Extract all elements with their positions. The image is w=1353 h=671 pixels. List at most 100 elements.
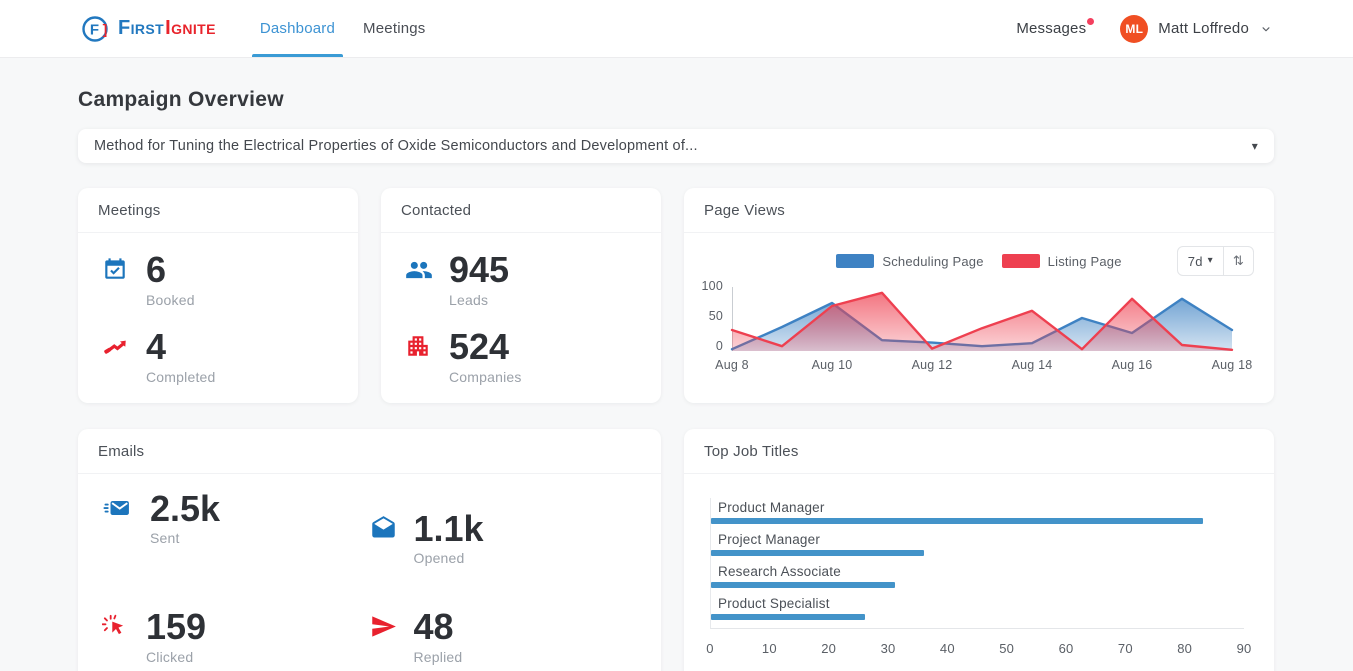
stat-opened: 1.1k Opened: [370, 510, 638, 567]
bar-row: Product Specialist: [711, 596, 1244, 620]
nav-tab-meetings[interactable]: Meetings: [349, 0, 439, 57]
page-views-plot: [732, 287, 1232, 351]
top-job-titles-card: Top Job Titles Product Manager Project Ma…: [684, 429, 1274, 671]
x-tick-label: 0: [706, 641, 713, 656]
page-views-x-axis: Aug 8Aug 10Aug 12Aug 14Aug 16Aug 18: [732, 358, 1232, 378]
x-tick-label: Aug 8: [715, 358, 749, 372]
booked-label: Booked: [146, 292, 195, 308]
meetings-card-title: Meetings: [78, 188, 358, 233]
page-views-card: Page Views Scheduling Page Listing Page …: [684, 188, 1274, 403]
x-tick-label: 60: [1059, 641, 1074, 656]
meetings-card: Meetings 6 Booked: [78, 188, 358, 403]
page-views-area-svg: [732, 287, 1232, 351]
svg-text:]: ]: [103, 21, 108, 37]
messages-link[interactable]: Messages: [1016, 20, 1094, 37]
stat-clicked: 159 Clicked: [102, 608, 370, 665]
x-tick-label: Aug 16: [1112, 358, 1153, 372]
x-tick-label: 70: [1118, 641, 1133, 656]
completed-value: 4: [146, 328, 216, 366]
bar-row: Product Manager: [711, 500, 1244, 524]
job-titles-rows: Product Manager Project Manager Research A…: [710, 498, 1244, 629]
x-tick-label: Aug 10: [812, 358, 853, 372]
legend-item-scheduling-page[interactable]: Scheduling Page: [836, 254, 983, 269]
x-tick-label: 10: [762, 641, 777, 656]
x-tick-label: Aug 14: [1012, 358, 1053, 372]
firstignite-logo[interactable]: F ] FirstIgnite: [80, 0, 216, 57]
completed-label: Completed: [146, 369, 216, 385]
stat-leads: 945 Leads: [405, 251, 637, 308]
bar: [711, 518, 1203, 524]
building-icon: [405, 333, 433, 359]
y-tick-label: 0: [716, 339, 723, 353]
bar: [711, 614, 865, 620]
reply-arrow-icon: [370, 613, 398, 640]
main-nav: Dashboard Meetings: [246, 0, 440, 57]
clicked-value: 159: [146, 608, 206, 646]
open-mail-icon: [370, 515, 398, 542]
replied-label: Replied: [414, 649, 463, 665]
nav-tab-dashboard[interactable]: Dashboard: [246, 0, 349, 57]
x-tick-label: 20: [821, 641, 836, 656]
main-content: Campaign Overview Method for Tuning the …: [0, 88, 1353, 671]
cards-grid: Meetings 6 Booked: [78, 188, 1274, 671]
y-tick-label: 50: [709, 309, 723, 323]
brand-wordmark: FirstIgnite: [118, 17, 216, 40]
calendar-check-icon: [102, 256, 130, 282]
campaign-selector-value: Method for Tuning the Electrical Propert…: [94, 138, 698, 154]
bar-label: Product Specialist: [711, 596, 1244, 611]
y-tick-label: 100: [702, 279, 723, 293]
user-name: Matt Loffredo: [1158, 20, 1249, 37]
leads-value: 945: [449, 251, 509, 289]
emails-card: Emails 2.5k Sent: [78, 429, 661, 671]
page-views-card-title: Page Views: [684, 188, 1274, 233]
x-tick-label: Aug 12: [912, 358, 953, 372]
companies-label: Companies: [449, 369, 522, 385]
x-tick-label: 80: [1177, 641, 1192, 656]
booked-value: 6: [146, 251, 195, 289]
handshake-icon: [102, 333, 130, 359]
range-select-button[interactable]: 7d ▾: [1178, 247, 1223, 275]
clicked-label: Clicked: [146, 649, 206, 665]
stat-completed: 4 Completed: [102, 328, 334, 385]
stat-replied: 48 Replied: [370, 608, 638, 665]
replied-value: 48: [414, 608, 463, 646]
top-navbar: F ] FirstIgnite Dashboard Meetings Messa…: [0, 0, 1353, 58]
stat-booked: 6 Booked: [102, 251, 334, 308]
bar-row: Research Associate: [711, 564, 1244, 588]
x-tick-label: 50: [999, 641, 1014, 656]
cursor-click-icon: [102, 613, 130, 639]
x-tick-label: Aug 18: [1212, 358, 1253, 372]
legend-item-listing-page[interactable]: Listing Page: [1002, 254, 1122, 269]
users-icon: [405, 256, 433, 284]
bar-label: Project Manager: [711, 532, 1244, 547]
user-menu[interactable]: ML Matt Loffredo: [1120, 15, 1273, 43]
page-views-legend: Scheduling Page Listing Page 7d ▾ ⇅: [702, 243, 1256, 279]
sent-label: Sent: [150, 530, 220, 546]
bar: [711, 582, 895, 588]
chevron-down-icon: [1259, 22, 1273, 36]
job-titles-x-axis: 0102030405060708090: [710, 637, 1244, 661]
top-job-titles-card-title: Top Job Titles: [684, 429, 1274, 474]
firstignite-logo-icon: F ]: [80, 13, 112, 45]
legend-swatch-blue: [836, 254, 874, 268]
companies-value: 524: [449, 328, 522, 366]
opened-value: 1.1k: [414, 510, 484, 548]
messages-badge-dot: [1087, 18, 1094, 25]
bar: [711, 550, 924, 556]
sort-button[interactable]: ⇅: [1224, 247, 1253, 275]
opened-label: Opened: [414, 550, 484, 566]
stat-companies: 524 Companies: [405, 328, 637, 385]
header-right: Messages ML Matt Loffredo: [1016, 0, 1273, 57]
bar-row: Project Manager: [711, 532, 1244, 556]
range-control-group: 7d ▾ ⇅: [1177, 246, 1254, 276]
sort-icon: ⇅: [1233, 253, 1244, 269]
contacted-card-title: Contacted: [381, 188, 661, 233]
legend-swatch-red: [1002, 254, 1040, 268]
x-tick-label: 40: [940, 641, 955, 656]
campaign-selector[interactable]: Method for Tuning the Electrical Propert…: [78, 129, 1274, 163]
x-tick-label: 90: [1237, 641, 1252, 656]
contacted-card: Contacted 945 Leads: [381, 188, 661, 403]
bar-label: Product Manager: [711, 500, 1244, 515]
page-views-chart: 050100: [702, 287, 1256, 351]
range-caret-icon: ▾: [1208, 256, 1213, 266]
